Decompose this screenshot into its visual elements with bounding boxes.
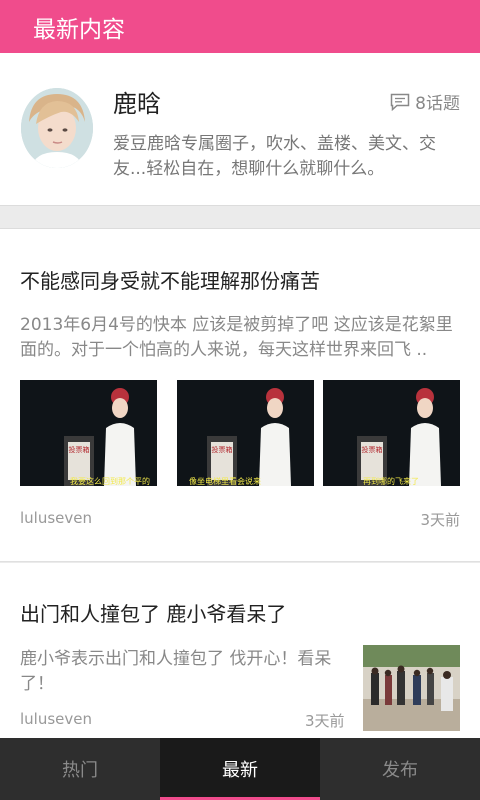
post-author[interactable]: luluseven <box>20 509 92 527</box>
circle-name: 鹿晗 <box>113 90 161 118</box>
thumbnail-sign: 投票箱 <box>362 445 383 454</box>
thumbnail-sign: 投票箱 <box>69 445 90 454</box>
post-thumbnail[interactable]: 投票箱 像坐电梯里看会说来 <box>177 380 314 486</box>
thumbnail-caption: 像坐电梯里看会说来 <box>189 476 261 486</box>
thumbnail-sign: 投票箱 <box>212 445 233 454</box>
post-thumbnail[interactable] <box>363 645 460 731</box>
post-thumbnail[interactable]: 投票箱 我要这么回到那个平的 <box>20 380 157 486</box>
topic-count-label: 8话题 <box>415 94 460 114</box>
avatar-photo-icon <box>21 88 93 168</box>
post-item[interactable]: 出门和人撞包了 鹿小爷看呆了 鹿小爷表示出门和人撞包了 伐开心！看呆了！ lul… <box>0 563 480 738</box>
post-time: 3天前 <box>305 712 345 730</box>
tab-hot[interactable]: 热门 <box>0 738 160 800</box>
bottom-tab-bar: 热门 最新 发布 <box>0 738 480 800</box>
tab-latest[interactable]: 最新 <box>160 738 320 800</box>
post-title[interactable]: 不能感同身受就不能理解那份痛苦 <box>20 265 320 294</box>
thumbnail-caption: 我要这么回到那个平的 <box>70 476 150 486</box>
top-bar: 最新内容 <box>0 0 480 53</box>
circle-avatar[interactable] <box>21 88 93 168</box>
topic-count: 8话题 <box>390 89 460 114</box>
post-author[interactable]: luluseven <box>20 710 92 728</box>
tab-publish[interactable]: 发布 <box>320 738 480 800</box>
thumbnail-caption: 再到哪的飞来了 <box>363 476 419 486</box>
post-time: 3天前 <box>420 511 460 529</box>
post-thumbnails: 投票箱 我要这么回到那个平的 投票箱 像坐电梯里看会说来 投票箱 再到哪的飞来了 <box>20 380 460 486</box>
post-title[interactable]: 出门和人撞包了 鹿小爷看呆了 <box>20 598 286 627</box>
post-excerpt: 2013年6月4号的快本 应该是被剪掉了吧 这应该是花絮里面的。对于一个怕高的人… <box>20 315 453 360</box>
post-thumbnail[interactable]: 投票箱 再到哪的飞来了 <box>323 380 460 486</box>
comment-icon <box>390 93 410 111</box>
circle-description: 爱豆鹿晗专属圈子，吹水、盖楼、美文、交友...轻松自在，想聊什么就聊什么。 <box>113 134 436 179</box>
page-title: 最新内容 <box>33 17 125 43</box>
circle-info-card[interactable]: 鹿晗 8话题 爱豆鹿晗专属圈子，吹水、盖楼、美文、交友...轻松自在，想聊什么就… <box>0 53 480 205</box>
post-excerpt: 鹿小爷表示出门和人撞包了 伐开心！看呆了！ <box>20 649 332 694</box>
section-divider <box>0 205 480 229</box>
post-item[interactable]: 不能感同身受就不能理解那份痛苦 2013年6月4号的快本 应该是被剪掉了吧 这应… <box>0 229 480 562</box>
